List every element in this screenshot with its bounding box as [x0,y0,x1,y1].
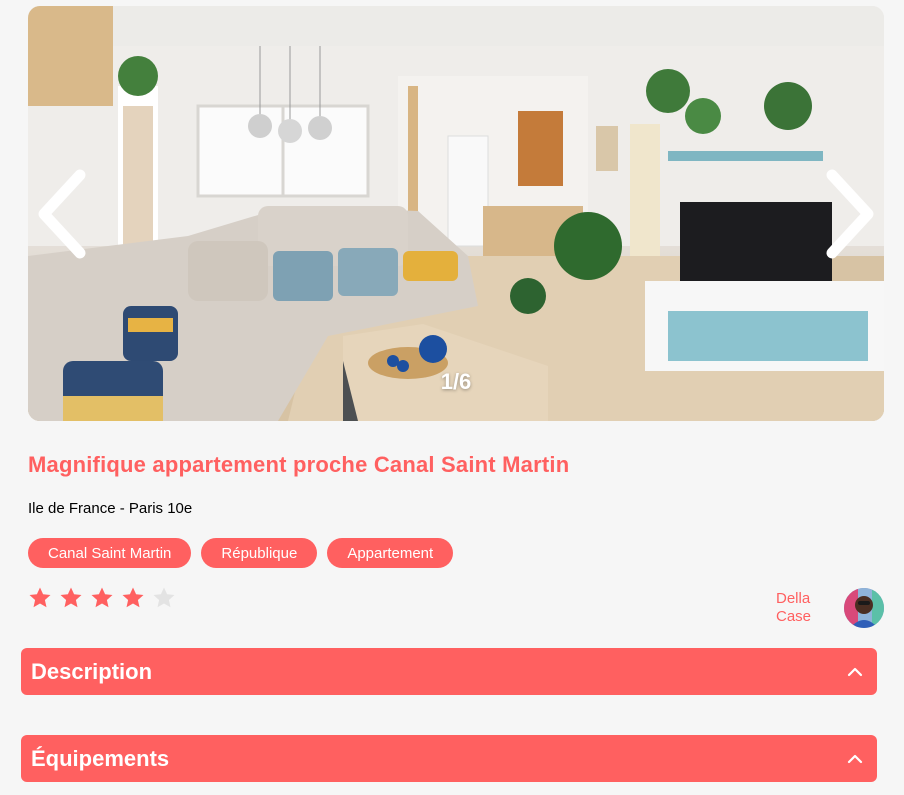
next-photo-button[interactable] [820,166,880,262]
photo-carousel: 1/6 [28,6,884,421]
chevron-right-icon [826,169,874,259]
avatar [844,588,884,628]
star-filled-icon [29,587,51,608]
tag: République [201,538,318,568]
host-info: Della Case [776,588,884,628]
star-filled-icon [91,587,113,608]
photo-counter: 1/6 [440,369,472,394]
previous-photo-button[interactable] [32,166,92,262]
chevron-left-icon [38,169,86,259]
chevron-up-icon [847,667,863,676]
description-toggle[interactable]: Description [21,648,877,695]
apartment-photo [28,6,884,421]
tag-list: Canal Saint Martin République Appartemen… [28,538,454,568]
tag: Canal Saint Martin [28,538,192,568]
star-filled-icon [60,587,82,608]
description-label: Description [31,658,153,684]
listing-title: Magnifique appartement proche Canal Sain… [28,452,570,477]
star-empty-icon [153,587,175,608]
equipments-label: Équipements [31,745,170,771]
tag: Appartement [327,538,454,568]
listing-location: Ile de France - Paris 10e [28,500,193,517]
star-filled-icon [122,587,144,608]
chevron-up-icon [847,754,863,763]
rating-stars [28,586,176,610]
equipments-toggle[interactable]: Équipements [21,735,877,782]
host-name: Della Case [776,590,812,625]
